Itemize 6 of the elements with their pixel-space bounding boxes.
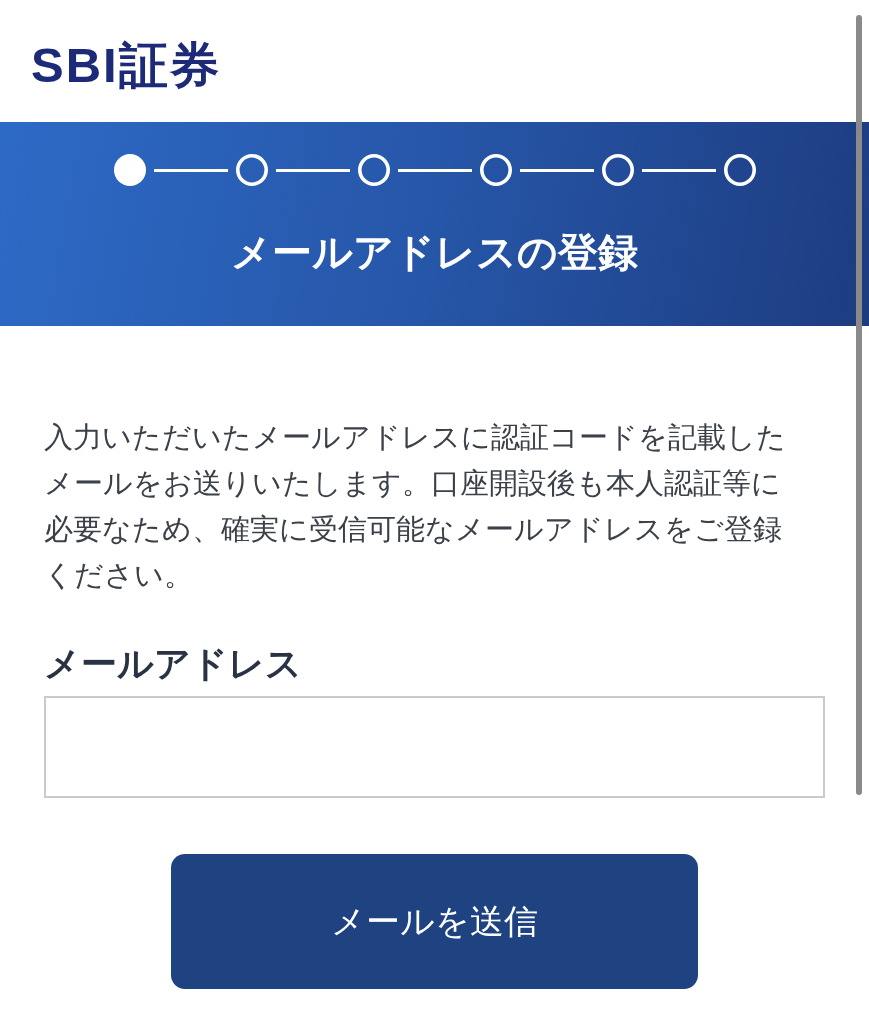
email-input[interactable]: [44, 696, 825, 798]
logo: SBI証券: [31, 40, 221, 90]
field-label: メールアドレス: [44, 642, 302, 686]
page-title: メールアドレスの登録: [231, 228, 638, 277]
intro-text: 入力いただいたメールアドレスに認証コードを記載したメールをお送りいたします。口座開設後も本人認証等に必要なため、確実に受信可能なメールアドレスをご登録ください。: [44, 419, 787, 594]
send-mail-button[interactable]: メールを送信: [171, 854, 698, 989]
